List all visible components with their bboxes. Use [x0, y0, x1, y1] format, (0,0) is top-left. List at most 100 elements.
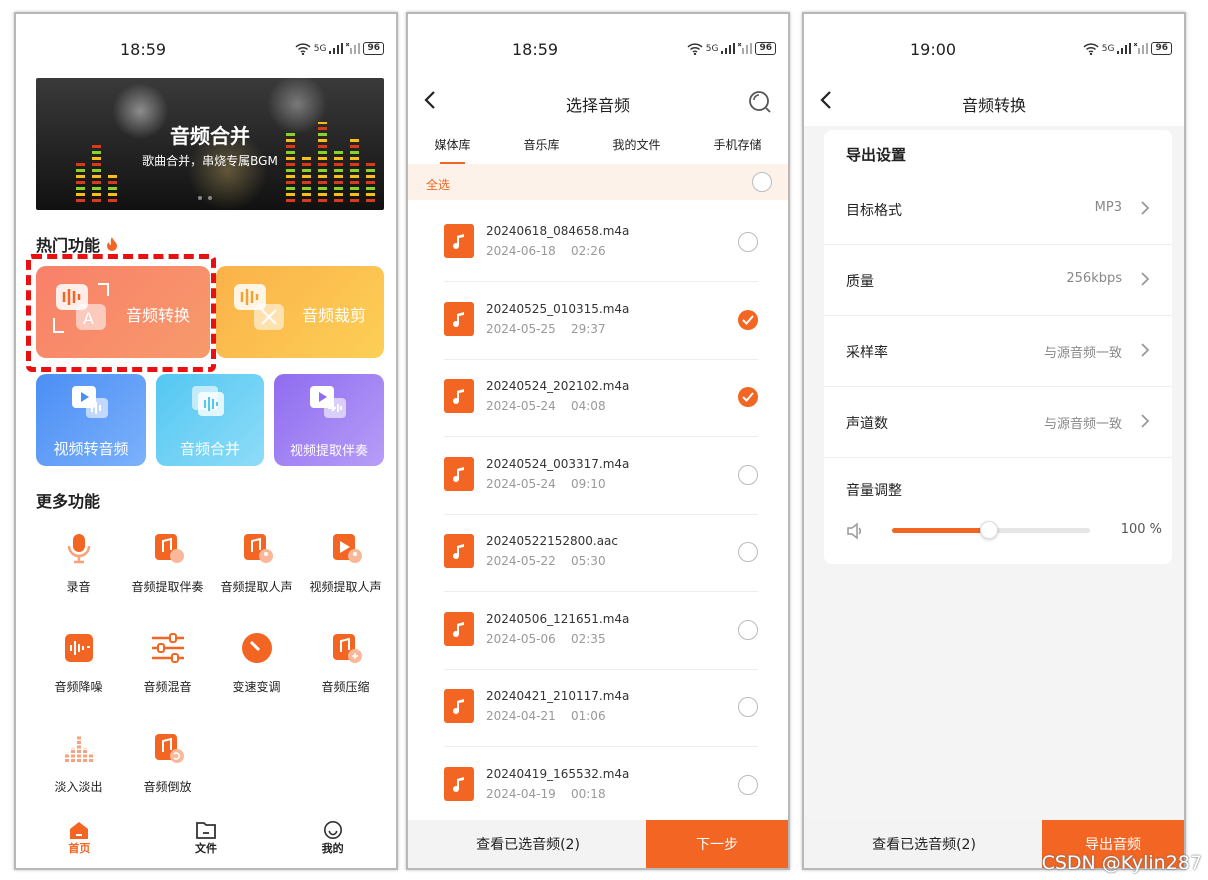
audio-reverse-item[interactable]: 音频倒放 [123, 732, 212, 795]
speed-pitch-item[interactable]: 变速变调 [212, 632, 301, 695]
file-row[interactable]: 20240525_010315.m4a 2024-05-25 29:37 [444, 282, 758, 360]
audio-convert-screen: 19:00 5G 96 音频转换 导出设置 目标格式 MP3 质量 256kbps … [802, 12, 1186, 870]
chevron-right-icon [1141, 272, 1150, 286]
file-row[interactable]: 20240419_165532.m4a 2024-04-19 00:18 [444, 747, 758, 825]
music-person-icon [243, 534, 273, 563]
status-time: 19:00 [910, 40, 957, 59]
signal-off-icon [346, 43, 361, 54]
video-to-audio-card[interactable]: 视频转音频 [36, 374, 146, 466]
volume-value: 100 % [1120, 522, 1162, 537]
file-name: 20240524_003317.m4a [486, 456, 630, 471]
record-item[interactable]: 录音 [34, 532, 123, 595]
tab-media-library[interactable]: 媒体库 [434, 128, 471, 164]
file-checkbox[interactable] [738, 697, 758, 717]
file-meta: 2024-04-19 00:18 [486, 786, 606, 801]
nav-home[interactable]: 首页 [68, 820, 90, 856]
video-to-audio-label: 视频转音频 [53, 440, 129, 458]
quality-row[interactable]: 质量 256kbps [824, 245, 1172, 316]
volume-handle[interactable] [980, 521, 999, 539]
export-settings-panel: 导出设置 目标格式 MP3 质量 256kbps 采样率 与源音频一致 声道数 与源音频… [824, 130, 1172, 564]
file-row[interactable]: 20240524_202102.m4a 2024-05-24 04:08 [444, 359, 758, 437]
record-label: 录音 [66, 580, 91, 594]
audio-compress-label: 音频压缩 [321, 680, 370, 694]
audio-merge-card[interactable]: 音频合并 [156, 374, 264, 466]
status-icons: 5G 96 [1083, 42, 1172, 55]
next-button[interactable]: 下一步 [646, 820, 788, 868]
signal-icon [329, 43, 344, 54]
more-grid-row2: 音频降噪 音频混音 变速变调 音频压缩 [34, 632, 390, 695]
channels-row[interactable]: 声道数 与源音频一致 [824, 387, 1172, 458]
file-row[interactable]: 20240524_003317.m4a 2024-05-24 09:10 [444, 437, 758, 515]
file-checkbox[interactable] [738, 619, 758, 640]
audio-extract-vocal-label: 音频提取人声 [220, 580, 293, 594]
audio-mix-item[interactable]: 音频混音 [123, 632, 212, 695]
music-file-icon [444, 456, 474, 491]
music-file-icon [444, 301, 474, 336]
file-checkbox-checked[interactable] [738, 309, 758, 330]
volume-slider[interactable] [892, 521, 1090, 539]
tab-music-library[interactable]: 音乐库 [523, 128, 559, 164]
select-all-row[interactable]: 全选 [408, 164, 788, 200]
file-row[interactable]: 20240421_210117.m4a 2024-04-21 01:06 [444, 669, 758, 747]
fade-item[interactable]: 淡入淡出 [34, 732, 123, 795]
file-row[interactable]: 20240618_084658.m4a 2024-06-18 02:26 [444, 204, 758, 282]
signal-label: 5G [313, 43, 327, 54]
file-checkbox[interactable] [738, 232, 758, 252]
select-all-checkbox[interactable] [752, 172, 772, 192]
status-icons: 5G 96 [295, 42, 384, 55]
status-time: 18:59 [120, 40, 167, 59]
video-extract-vocal-item[interactable]: 视频提取人声 [301, 532, 390, 595]
header: 音频转换 [804, 76, 1184, 126]
speed-pitch-label: 变速变调 [232, 680, 281, 694]
battery-icon: 96 [1151, 42, 1172, 55]
tab-phone-storage[interactable]: 手机存储 [713, 128, 761, 164]
source-tabs: 媒体库 音乐库 我的文件 手机存储 [408, 128, 788, 164]
music-file-icon [444, 766, 474, 801]
file-row[interactable]: 20240506_121651.m4a 2024-05-06 02:35 [444, 592, 758, 670]
sample-rate-row[interactable]: 采样率 与源音频一致 [824, 316, 1172, 387]
page-title: 选择音频 [565, 96, 630, 115]
file-meta: 2024-05-25 29:37 [486, 321, 606, 336]
fade-label: 淡入淡出 [54, 780, 103, 794]
file-checkbox[interactable] [738, 774, 758, 795]
audio-trim-card[interactable]: 音频裁剪 [216, 266, 384, 358]
view-selected-button[interactable]: 查看已选音频(2) [804, 834, 1044, 854]
highlight-box [26, 254, 216, 372]
select-audio-screen: 18:59 5G 96 选择音频 媒体库 音乐库 我的文件 手机存储 全选 20… [406, 12, 790, 870]
status-bar: 19:00 5G 96 [804, 14, 1184, 76]
status-bar: 18:59 5G 96 [408, 14, 788, 76]
video-extract-icon [310, 386, 346, 418]
audio-extract-accompaniment-label: 音频提取伴奏 [131, 580, 204, 594]
format-row[interactable]: 目标格式 MP3 [824, 174, 1172, 245]
search-icon[interactable] [748, 90, 772, 114]
audio-denoise-item[interactable]: 音频降噪 [34, 632, 123, 695]
gauge-icon [241, 633, 272, 663]
file-meta: 2024-04-21 01:06 [486, 709, 606, 723]
audio-denoise-label: 音频降噪 [54, 680, 103, 694]
tab-my-files[interactable]: 我的文件 [612, 128, 660, 164]
nav-profile[interactable]: 我的 [322, 820, 344, 856]
audio-extract-vocal-item[interactable]: 音频提取人声 [212, 532, 301, 595]
nav-files[interactable]: 文件 [195, 820, 217, 856]
file-checkbox[interactable] [738, 464, 758, 485]
video-extract-accompaniment-card[interactable]: 视频提取伴奏 [274, 374, 384, 466]
music-file-icon [444, 611, 474, 646]
promo-banner[interactable]: 音频合并 歌曲合并，串烧专属BGM [36, 78, 384, 210]
wifi-icon [295, 42, 311, 55]
fire-icon [106, 237, 117, 251]
section-title: 导出设置 [846, 146, 907, 164]
view-selected-button[interactable]: 查看已选音频(2) [408, 834, 648, 854]
file-name: 20240525_010315.m4a [486, 301, 630, 316]
file-checkbox-checked[interactable] [738, 387, 758, 407]
signal-label: 5G [1101, 43, 1115, 54]
file-meta: 2024-05-22 05:30 [486, 554, 606, 568]
equalizer-icon [64, 736, 93, 762]
file-row[interactable]: 20240522152800.aac 2024-05-22 05:30 [444, 514, 758, 592]
bottom-nav: 首页 文件 我的 [16, 808, 396, 868]
audio-extract-accompaniment-item[interactable]: 音频提取伴奏 [123, 532, 212, 595]
audio-compress-item[interactable]: 音频压缩 [301, 632, 390, 695]
file-checkbox[interactable] [738, 542, 758, 562]
banner-title: 音频合并 [170, 124, 250, 148]
video-person-icon [332, 534, 362, 563]
status-time: 18:59 [512, 40, 559, 59]
